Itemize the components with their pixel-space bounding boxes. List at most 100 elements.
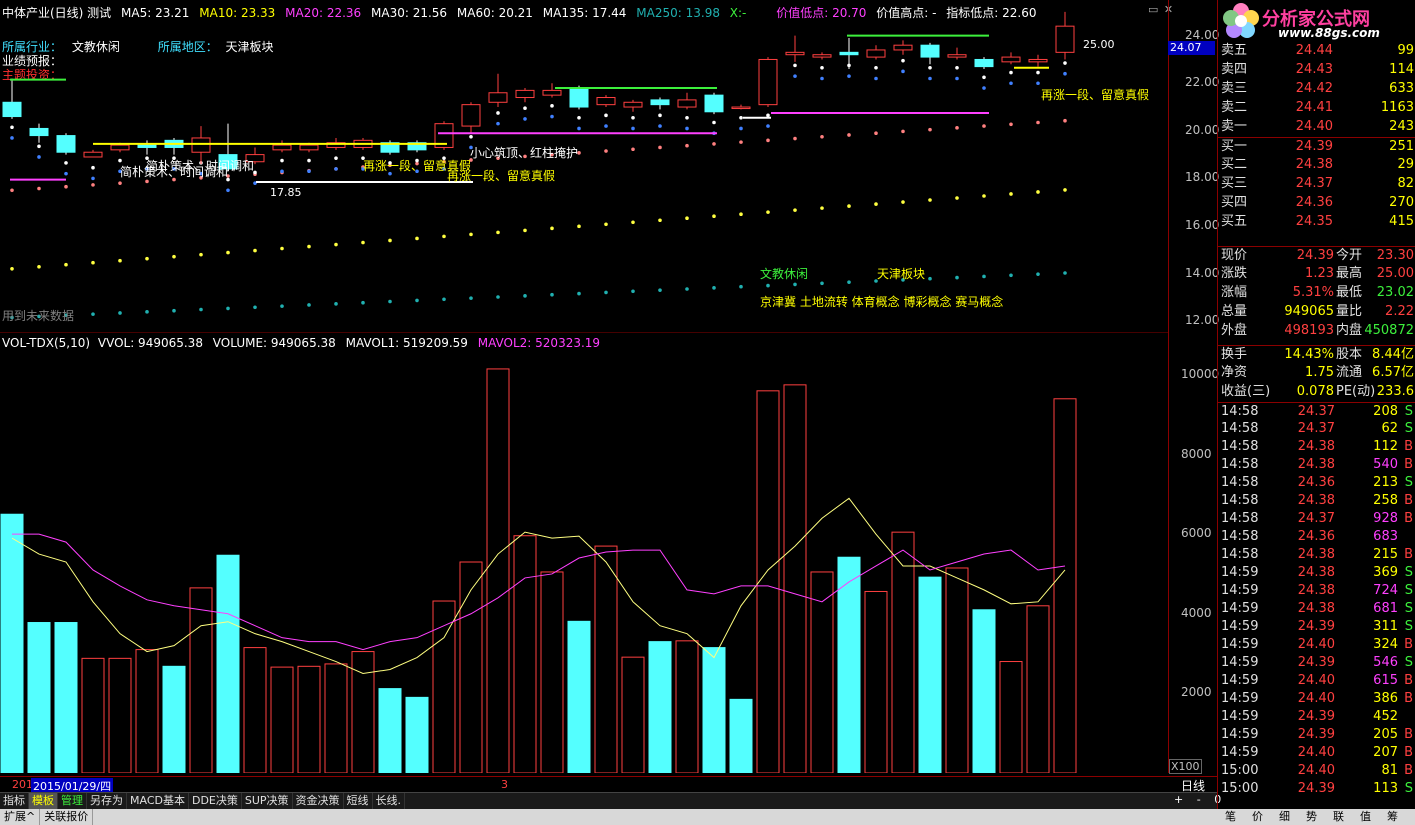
- candle-body[interactable]: [812, 54, 832, 58]
- order-book-row[interactable]: 卖五 24.44 99: [1218, 42, 1415, 60]
- volume-bar[interactable]: [108, 657, 132, 773]
- candle-body[interactable]: [1055, 25, 1075, 53]
- volume-bar[interactable]: [594, 545, 618, 773]
- trade-row[interactable]: 15:00 24.40 81 B: [1218, 762, 1415, 780]
- candle-body[interactable]: [866, 49, 886, 58]
- volume-bar[interactable]: [27, 622, 51, 773]
- trade-row[interactable]: 15:00 24.39 113 S: [1218, 780, 1415, 798]
- candle-body[interactable]: [758, 58, 778, 106]
- order-book-row[interactable]: 买一 24.39 251: [1218, 137, 1415, 156]
- order-book-row[interactable]: 买二 24.38 29: [1218, 156, 1415, 174]
- volume-bar[interactable]: [270, 666, 294, 773]
- trade-row[interactable]: 14:59 24.38 681 S: [1218, 600, 1415, 618]
- volume-bar[interactable]: [405, 696, 429, 773]
- trade-row[interactable]: 14:59 24.40 386 B: [1218, 690, 1415, 708]
- volume-bar[interactable]: [324, 663, 348, 773]
- volume-bar[interactable]: [486, 368, 510, 773]
- volume-bar[interactable]: [54, 622, 78, 773]
- candle-body[interactable]: [83, 151, 103, 158]
- trade-row[interactable]: 14:59 24.39 311 S: [1218, 618, 1415, 636]
- panel-tab[interactable]: 势: [1298, 809, 1325, 825]
- trade-row[interactable]: 14:59 24.38 724 S: [1218, 582, 1415, 600]
- candle-body[interactable]: [974, 58, 994, 68]
- trade-row[interactable]: 14:58 24.36 213 S: [1218, 474, 1415, 492]
- volume-bar[interactable]: [972, 609, 996, 773]
- volume-bar[interactable]: [459, 561, 483, 773]
- trade-row[interactable]: 14:58 24.38 258 B: [1218, 492, 1415, 510]
- panel-tab[interactable]: 价: [1244, 809, 1271, 825]
- panel-tab[interactable]: 细: [1271, 809, 1298, 825]
- candle-body[interactable]: [542, 89, 562, 96]
- volume-bar[interactable]: [837, 556, 861, 773]
- candle-body[interactable]: [461, 104, 481, 127]
- trade-row[interactable]: 14:58 24.37 928 B: [1218, 510, 1415, 528]
- order-book-row[interactable]: 卖二 24.41 1163: [1218, 99, 1415, 117]
- candle-body[interactable]: [137, 144, 157, 148]
- panel-tab[interactable]: 联: [1325, 809, 1352, 825]
- trade-row[interactable]: 14:59 24.40 615 B: [1218, 672, 1415, 690]
- trade-row[interactable]: 14:58 24.37 208 S: [1218, 402, 1415, 421]
- trade-row[interactable]: 14:58 24.38 112 B: [1218, 438, 1415, 456]
- candle-body[interactable]: [623, 101, 643, 108]
- trade-row[interactable]: 14:58 24.37 62 S: [1218, 420, 1415, 438]
- volume-bar[interactable]: [0, 513, 24, 773]
- volume-bar[interactable]: [162, 665, 186, 773]
- trade-row[interactable]: 14:59 24.39 546 S: [1218, 654, 1415, 672]
- trade-row[interactable]: 14:59 24.39 205 B: [1218, 726, 1415, 744]
- volume-bar[interactable]: [567, 620, 591, 773]
- trade-row[interactable]: 14:59 24.38 369 S: [1218, 564, 1415, 582]
- candle-body[interactable]: [1001, 56, 1021, 63]
- toolbar-item[interactable]: SUP决策: [242, 793, 293, 809]
- order-book-row[interactable]: 卖三 24.42 633: [1218, 80, 1415, 98]
- toolbar-item[interactable]: 模板: [29, 793, 58, 809]
- candle-body[interactable]: [2, 101, 22, 118]
- zoom-in-button[interactable]: +: [1174, 793, 1183, 806]
- trade-row[interactable]: 14:59 24.40 324 B: [1218, 636, 1415, 654]
- toolbar-item[interactable]: 资金决策: [293, 793, 344, 809]
- volume-bar[interactable]: [540, 571, 564, 773]
- candle-body[interactable]: [110, 144, 130, 151]
- candle-body[interactable]: [920, 44, 940, 58]
- volume-bar[interactable]: [243, 647, 267, 773]
- toolbar-item[interactable]: 指标: [0, 793, 29, 809]
- volume-bar[interactable]: [729, 698, 753, 773]
- volume-bar[interactable]: [918, 576, 942, 773]
- candle-body[interactable]: [677, 99, 697, 108]
- volume-bar[interactable]: [216, 554, 240, 773]
- candle-body[interactable]: [29, 127, 49, 137]
- candle-body[interactable]: [650, 99, 670, 106]
- panel-tab[interactable]: 筹: [1379, 809, 1406, 825]
- volume-bar[interactable]: [189, 587, 213, 773]
- volume-bar[interactable]: [432, 600, 456, 773]
- order-book-row[interactable]: 买三 24.37 82: [1218, 175, 1415, 193]
- trade-row[interactable]: 14:59 24.39 452: [1218, 708, 1415, 726]
- volume-bar[interactable]: [891, 531, 915, 773]
- trade-row[interactable]: 14:59 24.40 207 B: [1218, 744, 1415, 762]
- candle-body[interactable]: [1028, 58, 1048, 63]
- panel-tab[interactable]: 笔: [1217, 809, 1244, 825]
- candle-body[interactable]: [839, 51, 859, 56]
- candle-body[interactable]: [704, 94, 724, 113]
- trade-row[interactable]: 14:58 24.38 215 B: [1218, 546, 1415, 564]
- volume-bar[interactable]: [1053, 398, 1077, 773]
- volume-bar[interactable]: [675, 640, 699, 773]
- volume-bar[interactable]: [297, 665, 321, 773]
- volume-bar[interactable]: [1026, 605, 1050, 773]
- candle-body[interactable]: [299, 144, 319, 151]
- order-book-row[interactable]: 买四 24.36 270: [1218, 194, 1415, 212]
- volume-bar[interactable]: [999, 661, 1023, 773]
- candle-body[interactable]: [596, 97, 616, 106]
- volume-chart[interactable]: [0, 333, 1168, 773]
- candle-body[interactable]: [488, 92, 508, 103]
- toolbar-item[interactable]: 管理: [58, 793, 87, 809]
- volume-bar[interactable]: [756, 390, 780, 773]
- candle-body[interactable]: [893, 44, 913, 51]
- candle-body[interactable]: [785, 51, 805, 56]
- candle-body[interactable]: [947, 54, 967, 58]
- order-book-row[interactable]: 卖一 24.40 243: [1218, 118, 1415, 136]
- volume-bar[interactable]: [648, 641, 672, 773]
- toolbar-item[interactable]: 另存为: [87, 793, 127, 809]
- volume-bar[interactable]: [783, 384, 807, 773]
- expand-button[interactable]: 扩展^: [0, 809, 41, 825]
- volume-bar[interactable]: [81, 657, 105, 773]
